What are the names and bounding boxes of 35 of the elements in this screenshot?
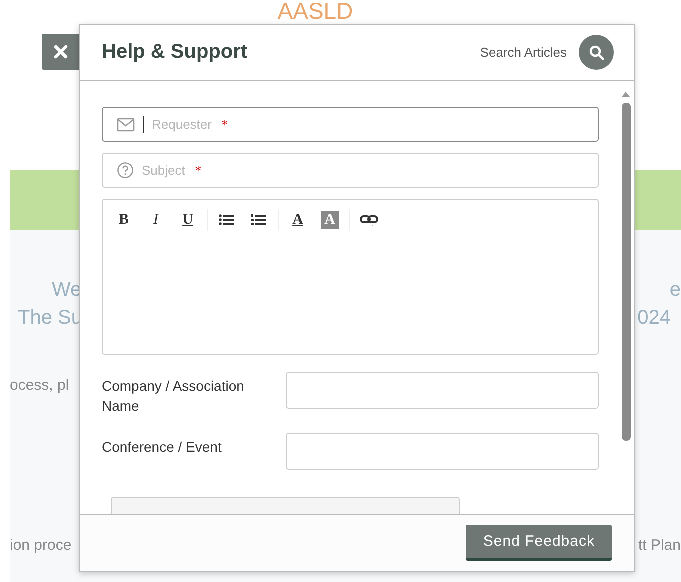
field-label: Conference / Event xyxy=(102,438,223,457)
bullet-list-icon xyxy=(219,214,235,226)
placeholder-text: Subject xyxy=(142,163,186,178)
help-icon xyxy=(117,162,134,179)
input-field[interactable]: Subject * xyxy=(102,153,599,188)
format-button[interactable]: A xyxy=(283,209,313,231)
text-editor[interactable]: B I U A A xyxy=(102,199,599,355)
mail-icon xyxy=(117,118,135,132)
page-text: ocess, pl xyxy=(10,377,70,394)
send-feedback-button[interactable]: Send Feedback xyxy=(466,525,612,561)
required-mark: * xyxy=(195,164,202,178)
placeholder-text: Requester xyxy=(152,117,212,132)
input-field[interactable]: Requester * xyxy=(102,107,599,142)
page-text: e xyxy=(670,278,681,302)
page-text: ion proce xyxy=(10,537,72,554)
page-text: 024 xyxy=(638,306,671,330)
format-button[interactable]: U xyxy=(173,209,203,231)
scroll-up-icon xyxy=(621,91,631,97)
link-icon xyxy=(360,214,378,226)
format-button[interactable]: I xyxy=(141,209,171,231)
format-button[interactable]: A xyxy=(321,211,339,229)
input-field[interactable] xyxy=(286,433,599,470)
close-icon xyxy=(54,45,68,59)
logo-text: AASLD xyxy=(278,0,354,23)
search-label: Search Articles xyxy=(480,45,567,60)
numbered-list-icon xyxy=(251,214,267,226)
search-icon xyxy=(588,44,604,60)
search-button[interactable] xyxy=(579,35,614,70)
close-button[interactable] xyxy=(42,34,79,70)
field-label: Company / Association Name xyxy=(102,377,246,416)
required-mark: * xyxy=(222,118,228,132)
page-text: tt Plan xyxy=(638,537,681,554)
format-button[interactable]: B xyxy=(109,209,139,231)
input-field[interactable] xyxy=(286,372,599,409)
dialog-title: Help & Support xyxy=(102,41,249,64)
